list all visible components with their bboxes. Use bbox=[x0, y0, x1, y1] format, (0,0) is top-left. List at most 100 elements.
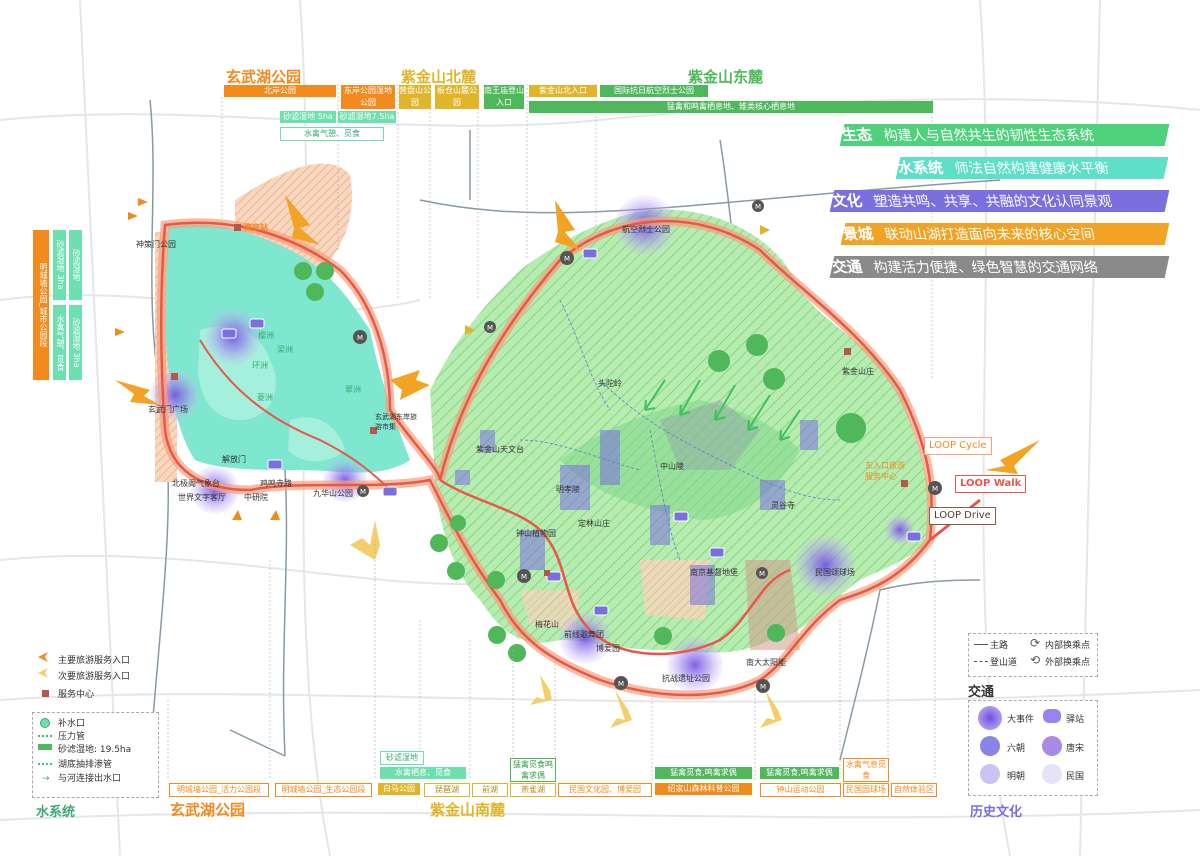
label-jiuhua: 九华山公园 bbox=[313, 489, 353, 498]
legend-sub-entry: 次要旅游服务入口 bbox=[58, 672, 131, 682]
tag-nanwang: 南王庙登山入口 bbox=[484, 85, 524, 109]
legend-river-icon: → bbox=[42, 774, 50, 784]
tag-east-park: 东岸公园湿地公园 bbox=[341, 85, 395, 109]
svg-text:M: M bbox=[932, 485, 938, 493]
tag-shaojiashan: 绍家山森林科普公园 bbox=[655, 783, 752, 795]
legend-outer-transfer: 外部换乘点 bbox=[1045, 658, 1091, 668]
label-xuanwumen: 玄武门广场 bbox=[148, 405, 188, 414]
legend-service-icon bbox=[42, 690, 49, 697]
label-zhongshan-bot: 钟山植物园 bbox=[516, 529, 556, 538]
legend-six: 六朝 bbox=[1007, 744, 1026, 754]
label-meihua: 梅花山 bbox=[535, 620, 559, 629]
tag-bottom-filter: 砂滤湿地 bbox=[380, 751, 424, 765]
strategy-culture: 文化 塑造共鸣、共享、共融的文化认同景观 bbox=[829, 190, 1170, 212]
tag-north-park: 北岸公园 bbox=[224, 85, 336, 97]
tag-left-birds: 水禽气憩、觅食 bbox=[53, 305, 66, 380]
legend-ming-icon bbox=[980, 764, 1000, 784]
loop-walk-tag: LOOP Walk bbox=[955, 475, 1027, 493]
strategy-city: 景城 联动山湖打造面向未来的核心空间 bbox=[840, 223, 1170, 245]
tag-filter-2: 砂滤湿地7.5ha bbox=[338, 111, 396, 123]
legend-pressure: 压力管 bbox=[58, 732, 86, 742]
tag-bottom-raptor-2: 猛禽觅食,鸣禽求偶 bbox=[655, 767, 752, 779]
label-mingxiao: 明孝陵 bbox=[556, 485, 580, 494]
label-dinglin: 定林山庄 bbox=[578, 519, 610, 528]
svg-text:M: M bbox=[759, 570, 765, 578]
legend-hill-road: 登山道 bbox=[990, 658, 1018, 668]
tag-left-filter-b: 砂滤湿地 bbox=[69, 230, 82, 300]
label-linggu: 灵谷寺 bbox=[771, 501, 795, 510]
legend-republic: 民国 bbox=[1066, 772, 1085, 782]
label-yingzhou: 樱洲 bbox=[258, 331, 274, 340]
legend-hill-road-line bbox=[974, 661, 988, 662]
legend-arrow-icons bbox=[38, 652, 48, 678]
label-zhongyan: 中研院 bbox=[244, 493, 268, 502]
history-title: 历史文化 bbox=[970, 805, 1023, 820]
legend-filter-icon bbox=[38, 744, 52, 750]
legend-river: 与河连接出水口 bbox=[58, 774, 122, 784]
legend-tang: 唐宋 bbox=[1066, 744, 1085, 754]
label-zhongshanling: 中山陵 bbox=[660, 462, 684, 471]
water-system-title: 水系统 bbox=[36, 805, 76, 820]
legend-station: 驿站 bbox=[1066, 715, 1085, 725]
label-boai: 博爱园 bbox=[596, 644, 620, 653]
region-xuanwu-bottom: 玄武湖公园 bbox=[170, 801, 246, 819]
label-tianwen: 紫金山天文台 bbox=[476, 445, 524, 454]
label-jiming: 鸡鸣寺路 bbox=[260, 479, 292, 488]
label-huanzhou: 环洲 bbox=[252, 361, 268, 370]
label-memorial: 南京基督地堡 bbox=[690, 568, 738, 577]
tag-bottom-raptor-1: 猛禽觅食鸣禽求偶 bbox=[510, 758, 556, 782]
outer-transfer-icon: ⟲ bbox=[1030, 653, 1041, 667]
region-zijin-north: 紫金山北麓 bbox=[401, 68, 477, 86]
tag-birds-food: 水禽气憩、觅食 bbox=[280, 127, 384, 141]
strategy-traffic: 交通 构建活力便捷、绿色智慧的交通网络 bbox=[829, 256, 1170, 278]
legend-seep: 湖底抽排渗管 bbox=[58, 760, 113, 770]
label-lingzhou: 菱洲 bbox=[257, 393, 273, 402]
tag-zhongshan-sport: 钟山运动公园 bbox=[760, 783, 841, 797]
loop-drive-tag: LOOP Drive bbox=[929, 507, 996, 525]
tag-yingpanshan: 营盘山公园 bbox=[399, 85, 431, 109]
tag-left-filter-a: 砂滤湿地 3ha bbox=[53, 230, 66, 300]
label-east-center: 东入口旅游服务中心 bbox=[865, 461, 905, 481]
region-zijin-east: 紫金山东麓 bbox=[688, 68, 764, 86]
tag-minguo-culture: 民国文化园、博爱园 bbox=[558, 783, 652, 797]
tag-pipa: 琵琶湖 bbox=[424, 783, 470, 797]
svg-text:M: M bbox=[755, 203, 761, 211]
legend-main-road: 主路 bbox=[990, 641, 1009, 651]
label-world-lit: 世界文字客厅 bbox=[178, 493, 226, 502]
label-east-bank-market: 玄武湖东岸旅游市集 bbox=[375, 413, 417, 431]
tag-bottom-raptor-3: 猛禽觅食,鸣禽求偶 bbox=[760, 767, 839, 779]
tag-city-wall-urban: 明城墙公园_城市公园段 bbox=[33, 230, 49, 380]
label-nanjing-station: 南京站 bbox=[244, 223, 268, 232]
water-legend-box bbox=[32, 712, 159, 798]
legend-event-icon bbox=[978, 706, 1002, 730]
label-hangkong: 航空烈士公园 bbox=[622, 225, 670, 234]
svg-text:M: M bbox=[618, 680, 624, 688]
traffic-title: 交通 bbox=[968, 685, 995, 700]
legend-outlet-icon bbox=[40, 718, 50, 728]
svg-text:M: M bbox=[487, 324, 493, 332]
svg-text:M: M bbox=[760, 683, 766, 691]
legend-inner-transfer: 内部换乘点 bbox=[1045, 641, 1091, 651]
tag-yanque: 燕雀湖 bbox=[510, 783, 556, 797]
label-cuizhou: 翠洲 bbox=[345, 385, 361, 394]
svg-text:M: M bbox=[564, 255, 570, 263]
legend-main-road-line bbox=[974, 644, 988, 645]
legend-six-icon bbox=[980, 736, 1000, 756]
tag-city-wall-active: 明城墙公园_活力公园段 bbox=[169, 783, 269, 797]
label-zijin-villa: 紫金山庄 bbox=[842, 367, 874, 376]
tag-bottom-birds: 水禽栖息、觅食 bbox=[380, 767, 466, 779]
legend-seep-icon bbox=[38, 763, 52, 765]
svg-text:M: M bbox=[521, 573, 527, 581]
strategy-ecology: 生态 构建人与自然共生的韧性生态系统 bbox=[839, 124, 1170, 146]
tag-habitat: 猛禽和鸣禽栖息地、雉类核心栖息地 bbox=[529, 101, 933, 113]
legend-tang-icon bbox=[1042, 736, 1062, 756]
strategy-water: 水系统 师法自然构建健康水平衡 bbox=[895, 157, 1169, 179]
tag-minguo-ball: 民国园球场 bbox=[843, 783, 889, 797]
label-shence: 神策门公园 bbox=[136, 240, 176, 249]
legend-outlet: 补水口 bbox=[58, 719, 86, 729]
label-toutuo: 头陀岭 bbox=[598, 379, 622, 388]
legend-main-entry: 主要旅游服务入口 bbox=[58, 656, 131, 666]
tag-left-filter-c: 砂滤湿地 3ha bbox=[69, 305, 82, 380]
tag-martyrs-park: 国际抗日航空烈士公园 bbox=[600, 85, 708, 97]
loop-cycle-tag: LOOP Cycle bbox=[924, 437, 992, 455]
